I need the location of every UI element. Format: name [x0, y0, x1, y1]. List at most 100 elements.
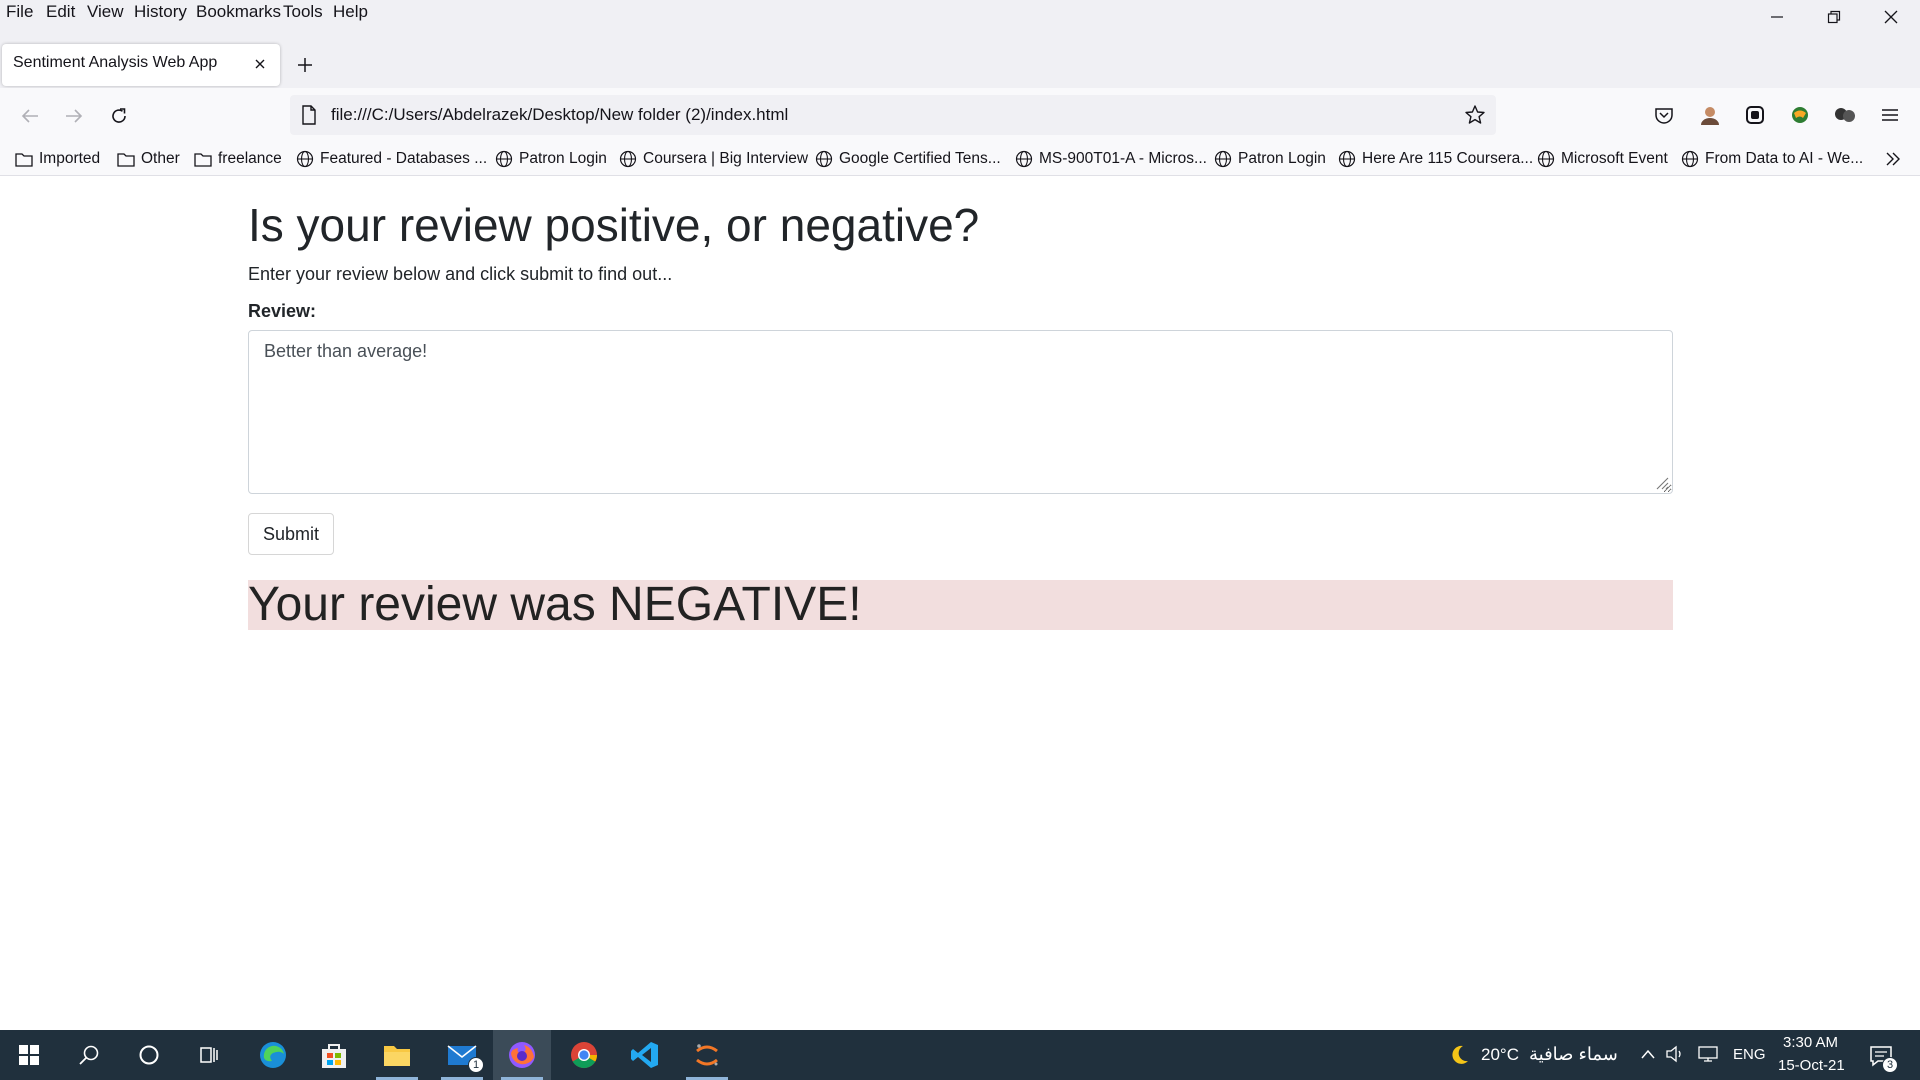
globe-icon — [495, 150, 513, 168]
bookmark-folder-freelance[interactable]: freelance — [194, 148, 282, 170]
globe-icon — [1214, 150, 1232, 168]
minimize-icon — [1771, 16, 1783, 18]
bookmark-label: Google Certified Tens... — [839, 150, 1001, 167]
weather-description[interactable]: سماء صافية — [1529, 1044, 1618, 1065]
input-language[interactable]: ENG — [1733, 1046, 1766, 1063]
close-icon — [1884, 10, 1898, 24]
submit-button[interactable]: Submit — [248, 513, 334, 555]
menu-file[interactable]: File — [6, 2, 33, 22]
new-tab-button[interactable] — [290, 50, 320, 80]
menu-history[interactable]: History — [134, 2, 187, 22]
bookmark-coursera-115[interactable]: Here Are 115 Coursera... — [1338, 148, 1533, 170]
menu-tools[interactable]: Tools — [283, 2, 323, 22]
taskbar-firefox[interactable] — [493, 1030, 551, 1080]
taskbar-store[interactable] — [305, 1030, 363, 1080]
bookmark-label: Here Are 115 Coursera... — [1362, 150, 1534, 167]
review-label: Review: — [248, 301, 317, 321]
bookmark-patron-login-2[interactable]: Patron Login — [1214, 148, 1326, 170]
globe-icon — [1338, 150, 1356, 168]
bookmark-microsoft-event[interactable]: Microsoft Event — [1537, 148, 1668, 170]
extension-button-1[interactable] — [1741, 101, 1769, 129]
url-text: file:///C:/Users/Abdelrazek/Desktop/New … — [331, 105, 789, 124]
bookmark-star-icon[interactable] — [1464, 104, 1486, 126]
reload-icon — [112, 108, 126, 123]
bookmark-google-certified[interactable]: Google Certified Tens... — [815, 148, 1001, 170]
globe-icon — [296, 150, 314, 168]
plus-icon — [298, 58, 312, 72]
taskbar-jupyter[interactable] — [678, 1030, 736, 1080]
page-instructions: Enter your review below and click submit… — [248, 264, 673, 284]
vpn-globe-icon — [1792, 107, 1808, 123]
taskbar-vscode[interactable] — [616, 1030, 674, 1080]
bookmark-data-to-ai[interactable]: From Data to AI - We... — [1681, 148, 1863, 170]
bookmark-folder-other[interactable]: Other — [117, 148, 180, 170]
network-icon[interactable] — [1697, 1044, 1719, 1064]
search-button[interactable] — [60, 1030, 118, 1080]
bookmark-patron-login[interactable]: Patron Login — [495, 148, 607, 170]
browser-chrome: File Edit View History Bookmarks Tools H… — [0, 0, 1920, 176]
avatar-icon — [1701, 107, 1719, 125]
bookmark-label: Featured - Databases ... — [320, 150, 488, 167]
navigation-toolbar: file:///C:/Users/Abdelrazek/Desktop/New … — [0, 88, 1920, 142]
taskbar-file-explorer[interactable] — [368, 1030, 426, 1080]
sentiment-result: Your review was NEGATIVE! — [248, 580, 1673, 630]
folder-icon — [384, 1046, 410, 1066]
menu-view[interactable]: View — [87, 2, 124, 22]
start-button[interactable] — [0, 1030, 58, 1080]
clock-time[interactable]: 3:30 AM — [1783, 1034, 1838, 1051]
taskbar-edge[interactable] — [244, 1030, 302, 1080]
page-title: Is your review positive, or negative? — [248, 199, 980, 251]
app-menu-button[interactable] — [1876, 101, 1904, 129]
bookmark-label: Coursera | Big Interview — [643, 150, 809, 167]
address-bar[interactable]: file:///C:/Users/Abdelrazek/Desktop/New … — [290, 95, 1496, 135]
extension-button-3[interactable] — [1831, 101, 1859, 129]
chevron-double-right-icon — [1886, 152, 1900, 166]
edge-browser-icon — [260, 1042, 286, 1068]
cortana-circle-icon — [139, 1045, 159, 1065]
bookmark-label: Microsoft Event — [1561, 150, 1668, 167]
screen-capture-icon — [1746, 106, 1764, 124]
task-view-button[interactable] — [180, 1030, 238, 1080]
tab-strip: Sentiment Analysis Web App — [0, 44, 1920, 88]
bookmark-folder-imported[interactable]: Imported — [15, 148, 100, 170]
bookmark-coursera-big-interview[interactable]: Coursera | Big Interview — [619, 148, 808, 170]
profile-extension-button[interactable] — [1696, 101, 1724, 129]
globe-icon — [1537, 150, 1555, 168]
page-icon — [302, 105, 316, 125]
bookmark-featured-databases[interactable]: Featured - Databases ... — [296, 148, 487, 170]
extensions-people-icon — [1835, 108, 1855, 122]
restore-icon — [1827, 10, 1841, 24]
task-view-icon — [200, 1047, 218, 1063]
menu-help[interactable]: Help — [333, 2, 368, 22]
reload-button[interactable] — [101, 98, 137, 134]
menu-edit[interactable]: Edit — [46, 2, 75, 22]
minimize-button[interactable] — [1754, 0, 1800, 34]
bookmarks-overflow-button[interactable] — [1884, 148, 1908, 170]
close-window-button[interactable] — [1868, 0, 1914, 34]
taskbar-mail[interactable]: 1 — [433, 1030, 491, 1080]
store-bag-icon — [322, 1044, 346, 1068]
globe-icon — [815, 150, 833, 168]
review-textarea[interactable]: Better than average! — [248, 330, 1673, 494]
taskbar-chrome[interactable] — [555, 1030, 613, 1080]
weather-moon-icon[interactable] — [1447, 1043, 1471, 1067]
menu-bookmarks[interactable]: Bookmarks — [196, 2, 281, 22]
pocket-icon — [1655, 108, 1673, 124]
volume-icon[interactable] — [1665, 1044, 1685, 1064]
bookmark-ms-900[interactable]: MS-900T01-A - Micros... — [1015, 148, 1207, 170]
tab-sentiment-app[interactable]: Sentiment Analysis Web App — [2, 44, 280, 86]
tab-close-button[interactable] — [248, 52, 272, 76]
restore-button[interactable] — [1811, 0, 1857, 34]
folder-icon — [117, 153, 135, 167]
weather-temperature[interactable]: 20°C — [1481, 1045, 1519, 1065]
chevron-up-icon[interactable] — [1640, 1047, 1656, 1061]
back-button[interactable] — [12, 98, 48, 134]
forward-button[interactable] — [56, 98, 92, 134]
pocket-button[interactable] — [1650, 101, 1678, 129]
extension-button-2[interactable] — [1786, 101, 1814, 129]
vscode-icon — [631, 1042, 658, 1068]
globe-icon — [1681, 150, 1699, 168]
cortana-button[interactable] — [120, 1030, 178, 1080]
menu-bar: File Edit View History Bookmarks Tools H… — [0, 0, 1920, 26]
clock-date[interactable]: 15-Oct-21 — [1778, 1057, 1845, 1074]
